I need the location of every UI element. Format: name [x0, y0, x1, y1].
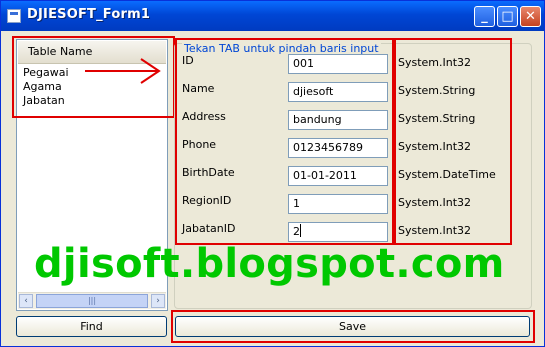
- address-field[interactable]: bandung: [288, 110, 388, 130]
- type-address: System.String: [398, 112, 476, 125]
- name-field[interactable]: djiesoft: [288, 82, 388, 102]
- type-id: System.Int32: [398, 56, 472, 69]
- id-field[interactable]: 001: [288, 54, 388, 74]
- label-name: Name: [182, 82, 215, 95]
- type-phone: System.Int32: [398, 140, 472, 153]
- label-address: Address: [182, 110, 226, 123]
- scrollbar-thumb[interactable]: |||: [36, 294, 148, 308]
- window-title: DJIESOFT_Form1: [27, 7, 151, 22]
- label-jabatanid: JabatanID: [182, 222, 236, 235]
- form-window: DJIESOFT_Form1 _ □ ✕ Table Name Pegawai …: [0, 0, 545, 347]
- type-name: System.String: [398, 84, 476, 97]
- annotation-box-save: [171, 310, 535, 343]
- jabatanid-value: 2: [293, 225, 300, 238]
- find-button[interactable]: Find: [16, 316, 167, 337]
- app-icon: [7, 9, 21, 23]
- type-jabatanid: System.Int32: [398, 224, 472, 237]
- birthdate-field[interactable]: 01-01-2011: [288, 166, 388, 186]
- label-id: ID: [182, 54, 194, 67]
- annotation-arrow-icon: [85, 58, 161, 84]
- label-phone: Phone: [182, 138, 217, 151]
- text-caret: [300, 224, 301, 237]
- label-regionid: RegionID: [182, 194, 232, 207]
- label-birthdate: BirthDate: [182, 166, 235, 179]
- watermark-text: djisoft.blogspot.com: [34, 241, 505, 287]
- scroll-right-icon[interactable]: ›: [151, 294, 165, 308]
- minimize-button[interactable]: _: [474, 6, 495, 27]
- maximize-button[interactable]: □: [497, 6, 518, 27]
- type-regionid: System.Int32: [398, 196, 472, 209]
- close-button[interactable]: ✕: [520, 6, 541, 27]
- type-birthdate: System.DateTime: [398, 168, 496, 181]
- horizontal-scrollbar[interactable]: ‹ ||| ›: [18, 292, 166, 309]
- jabatanid-field[interactable]: 2: [288, 222, 388, 242]
- scroll-left-icon[interactable]: ‹: [19, 294, 33, 308]
- regionid-field[interactable]: 1: [288, 194, 388, 214]
- phone-field[interactable]: 0123456789: [288, 138, 388, 158]
- title-bar[interactable]: DJIESOFT_Form1 _ □ ✕: [1, 1, 544, 31]
